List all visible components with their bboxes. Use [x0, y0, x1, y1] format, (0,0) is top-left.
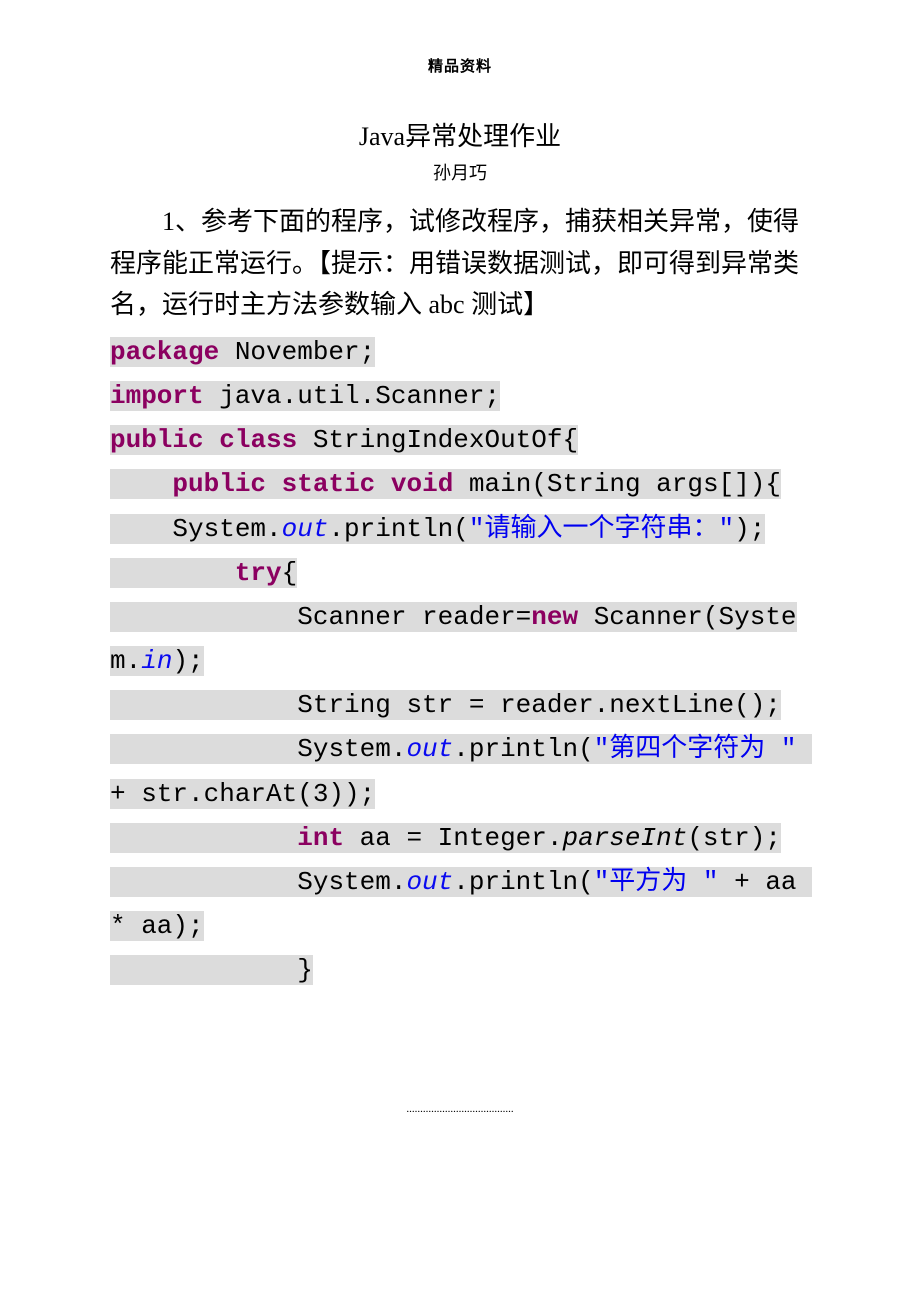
static-parseint: parseInt	[562, 823, 687, 853]
code-text: (str);	[687, 823, 781, 853]
code-text: .println(	[453, 734, 593, 764]
document-author: 孙月巧	[110, 159, 810, 185]
keyword-import: import	[110, 381, 204, 411]
keyword-void: void	[391, 469, 453, 499]
code-text	[204, 425, 220, 455]
code-text: System.	[110, 514, 282, 544]
static-out: out	[282, 514, 329, 544]
code-text: System.	[110, 734, 406, 764]
code-text	[266, 469, 282, 499]
keyword-class: class	[219, 425, 297, 455]
static-in: in	[141, 646, 172, 676]
code-text: November;	[219, 337, 375, 367]
keyword-public: public	[172, 469, 266, 499]
document-page: 精品资料 Java异常处理作业 孙月巧 1、参考下面的程序，试修改程序，捕获相关…	[0, 0, 920, 1165]
code-text: aa = Integer.	[344, 823, 562, 853]
keyword-static: static	[282, 469, 376, 499]
keyword-int: int	[297, 823, 344, 853]
code-text: String str = reader.nextLine();	[110, 690, 781, 720]
code-line: package November;	[110, 330, 810, 374]
code-text: }	[110, 955, 313, 985]
code-text: Scanner reader=	[110, 602, 531, 632]
keyword-new: new	[531, 602, 578, 632]
code-text: );	[734, 514, 765, 544]
code-text: main(String args[]){	[453, 469, 781, 499]
code-line: int aa = Integer.parseInt(str);	[110, 816, 810, 860]
static-out: out	[406, 734, 453, 764]
code-line: public class StringIndexOutOf{	[110, 418, 810, 462]
code-line: System.out.println("第四个字符为 " + str.charA…	[110, 727, 810, 815]
code-indent	[110, 823, 297, 853]
code-line: String str = reader.nextLine();	[110, 683, 810, 727]
code-text: System.	[110, 867, 406, 897]
code-text	[375, 469, 391, 499]
code-text: java.util.Scanner;	[204, 381, 500, 411]
code-line: System.out.println("请输入一个字符串：");	[110, 507, 810, 551]
code-indent	[110, 469, 172, 499]
code-line: try{	[110, 551, 810, 595]
header-label: 精品资料	[110, 55, 810, 76]
code-block: package November; import java.util.Scann…	[110, 330, 810, 993]
code-line: System.out.println("平方为 " + aa * aa);	[110, 860, 810, 948]
question-paragraph: 1、参考下面的程序，试修改程序，捕获相关异常，使得程序能正常运行。【提示：用错误…	[110, 201, 810, 326]
code-text: StringIndexOutOf{	[297, 425, 578, 455]
code-text: .println(	[453, 867, 593, 897]
code-line: import java.util.Scanner;	[110, 374, 810, 418]
code-line: Scanner reader=new Scanner(System.in);	[110, 595, 810, 683]
code-line: }	[110, 948, 810, 992]
code-line: public static void main(String args[]){	[110, 462, 810, 506]
keyword-package: package	[110, 337, 219, 367]
document-title: Java异常处理作业	[110, 116, 810, 153]
code-indent	[110, 558, 235, 588]
code-text: {	[282, 558, 298, 588]
static-out: out	[406, 867, 453, 897]
keyword-public: public	[110, 425, 204, 455]
code-text: .println(	[328, 514, 468, 544]
footer-dots: .......................................	[110, 1103, 810, 1115]
keyword-try: try	[235, 558, 282, 588]
string-literal: "平方为 "	[594, 867, 719, 897]
string-literal: "第四个字符为 "	[594, 734, 797, 764]
code-text: );	[172, 646, 203, 676]
string-literal: "请输入一个字符串："	[469, 514, 734, 544]
